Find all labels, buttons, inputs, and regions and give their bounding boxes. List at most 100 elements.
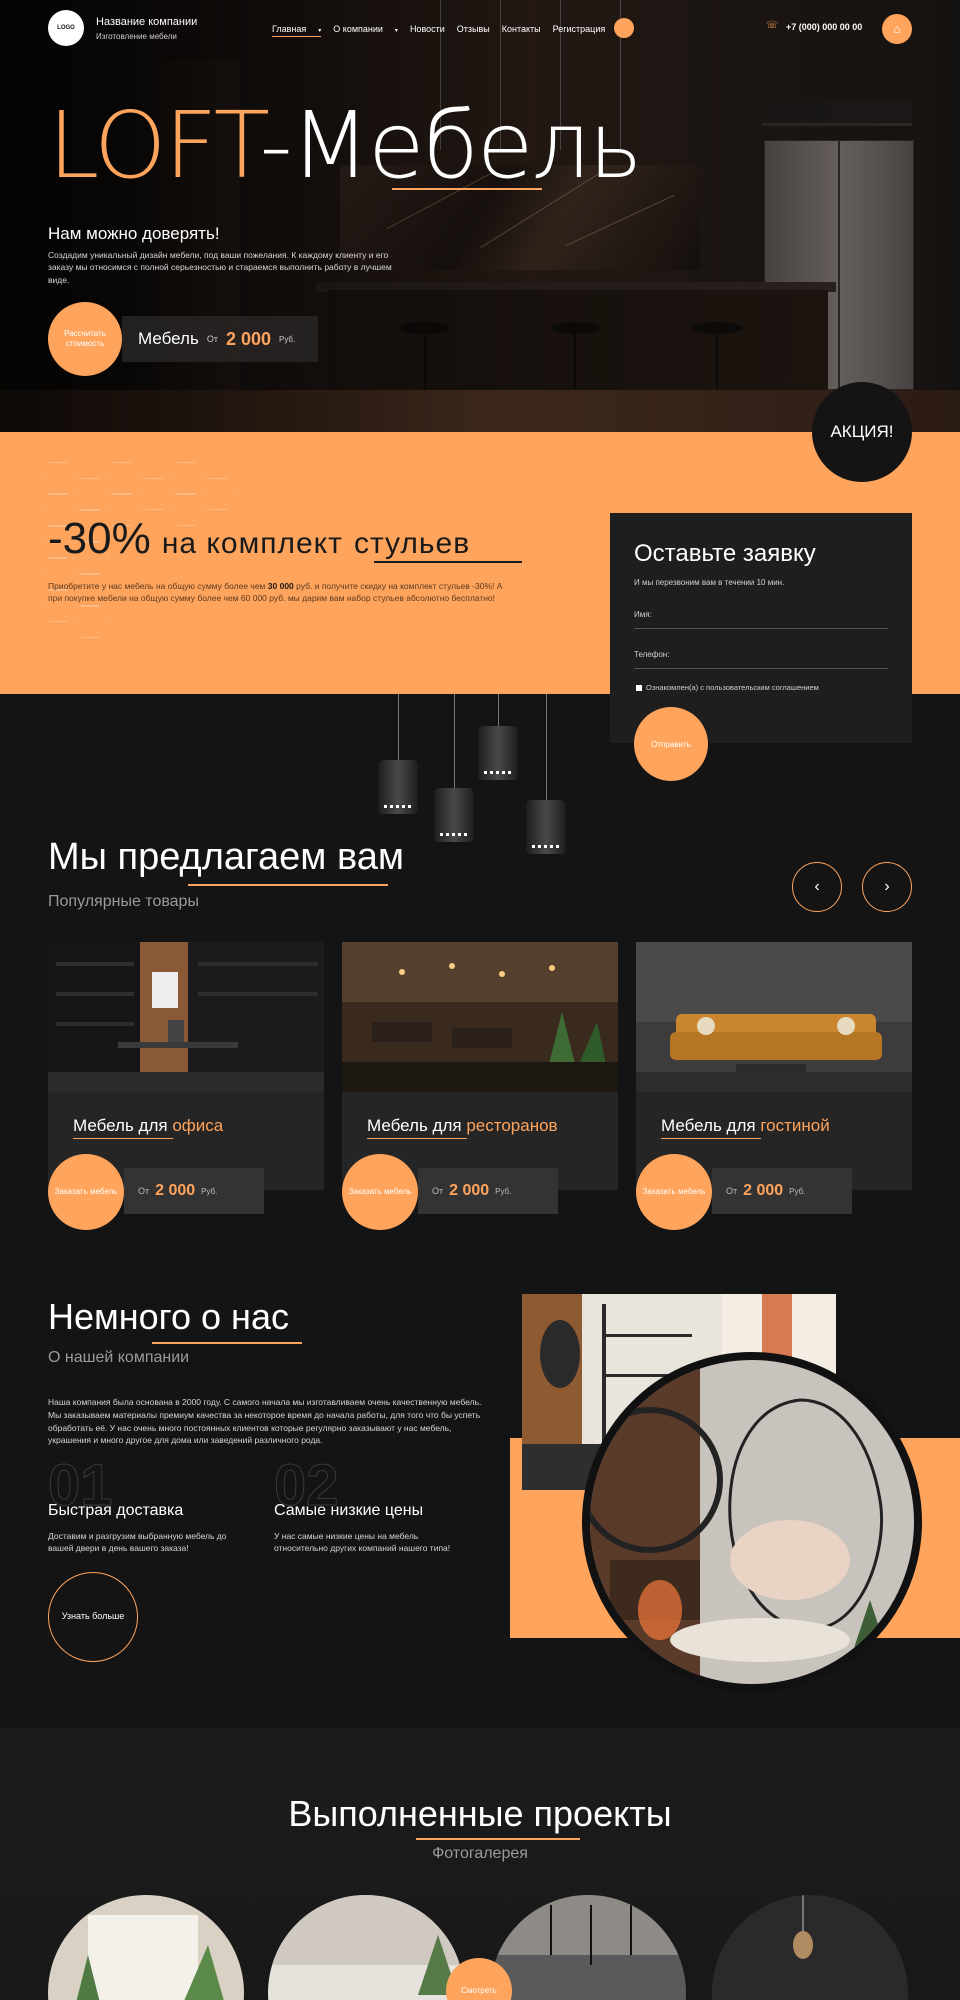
promo-title: -30% на комплект стульев [48,514,470,564]
nav-accent-button[interactable] [614,18,634,38]
nav-item-about[interactable]: О компании ▾ [333,24,398,37]
projects-underline [416,1838,580,1840]
feature-title: Самые низкие цены [274,1502,424,1519]
product-card-restaurant[interactable]: Мебель для ресторанов Заказать мебель От… [342,942,618,1230]
price-currency: Руб. [495,1186,512,1196]
consent-label: Ознакомлен(а) с пользовательским соглаше… [646,683,819,692]
about-underline [152,1342,302,1344]
company-name: Название компании [96,16,198,28]
feature-title: Быстрая доставка [48,1502,184,1519]
slider-prev-button[interactable]: ‹ [792,862,842,912]
phone-field[interactable] [634,668,888,669]
order-button[interactable]: Заказать мебель [342,1154,418,1230]
calculate-cost-button[interactable]: Рассчитать стоимость [48,302,122,376]
chevron-right-icon: › [884,878,890,895]
pendant-lamp [478,726,518,780]
nav-item-register[interactable]: Регистрация [553,24,606,37]
chevron-down-icon: ▾ [394,28,398,34]
price-currency: Руб. [789,1186,806,1196]
phone-number[interactable]: +7 (000) 000 00 00 [786,22,862,32]
hex-decoration [72,478,108,510]
feature-text: Доставим и разгрузим выбранную мебель до… [48,1531,227,1554]
hero-title-accent: LOFT [48,92,261,199]
hero-underline [392,188,542,190]
card-caption-accent: офиса [172,1116,224,1135]
card-caption-underline [367,1138,467,1139]
lamp-wire [498,694,499,726]
name-field-label: Имя: [634,610,652,619]
offer-subtitle: Популярные товары [48,893,199,910]
projects-subtitle: Фотогалерея [432,1845,528,1862]
cart-button[interactable]: ⌂ [882,14,912,44]
hex-decoration [200,478,236,510]
card-caption: Мебель для офиса [73,1116,223,1136]
company-subtitle: Изготовление мебели [96,32,177,41]
card-caption-prefix: Мебель для [661,1116,756,1135]
slider-next-button[interactable]: › [862,862,912,912]
hex-decoration [104,462,140,494]
card-caption: Мебель для ресторанов [367,1116,558,1136]
promo-badge: АКЦИЯ! [812,382,912,482]
hex-decoration [136,478,172,510]
chevron-left-icon: ‹ [814,878,820,895]
about-text: Наша компания была основана в 2000 году.… [48,1397,482,1446]
hex-decoration [40,462,76,494]
about-subtitle: О нашей компании [48,1349,190,1366]
nav-item-reviews[interactable]: Отзывы [457,24,490,37]
logo[interactable]: LOGO [48,10,84,46]
hero-title-rest: -Мебель [259,92,642,199]
learn-more-button[interactable]: Узнать больше [48,1572,138,1662]
nav-item-home[interactable]: Главная ▾ [272,24,322,37]
card-caption-underline [73,1138,173,1139]
feature-text: У нас самые низкие цены на мебель относи… [274,1531,451,1554]
promo-title-end: стульев [353,527,471,560]
hero-section [0,0,960,432]
order-button[interactable]: Заказать мебель [48,1154,124,1230]
price-from: От [138,1186,150,1196]
office-photo [48,942,324,1092]
hero-price-box: Мебель От 2 000 Руб. [122,316,318,362]
card-price: От 2 000 Руб. [418,1168,558,1214]
promo-text-bold: 30 000 [267,581,294,591]
price-from: От [432,1186,444,1196]
pendant-lamp [434,788,474,842]
price-currency: Руб. [279,334,296,344]
price-currency: Руб. [201,1186,218,1196]
hex-decoration [168,462,204,494]
nav-label: Главная [272,24,307,34]
card-price: От 2 000 Руб. [712,1168,852,1214]
nav-item-news[interactable]: Новости [410,24,445,37]
about-title: Немного о нас [48,1296,289,1337]
form-title: Оставьте заявку [634,540,816,567]
living-room-photo [636,942,912,1092]
name-field[interactable] [634,628,888,629]
promo-discount: -30% [48,514,151,563]
pendant-lamp [526,800,566,854]
hero-subtitle: Нам можно доверять! [48,224,220,243]
card-caption-underline [661,1138,761,1139]
price-from: От [726,1186,738,1196]
consent-checkbox[interactable] [636,685,642,691]
submit-button[interactable]: Отправить [634,707,708,781]
price-value: 2 000 [225,328,271,349]
form-subtitle: И мы перезвоним вам в течении 10 мин. [634,578,785,587]
hero-text: Создадим уникальный дизайн мебели, под в… [48,250,392,285]
lamp-wire [546,694,547,800]
product-card-office[interactable]: Мебель для офиса Заказать мебель От 2 00… [48,942,324,1230]
card-caption-accent: ресторанов [466,1116,558,1135]
hex-decoration [72,606,108,638]
price-value: 2 000 [449,1182,490,1199]
promo-title-mid: на комплект [161,527,343,560]
restaurant-photo [342,942,618,1092]
lamp-wire [454,694,455,788]
phone-field-label: Телефон: [634,650,670,659]
lamp-wire [398,694,399,760]
chevron-down-icon: ▾ [318,28,322,34]
nav-label: О компании [333,24,383,34]
product-card-living-room[interactable]: Мебель для гостиной Заказать мебель От 2… [636,942,912,1230]
about-photo-chair [582,1352,922,1692]
nav-item-contacts[interactable]: Контакты [502,24,541,37]
order-button[interactable]: Заказать мебель [636,1154,712,1230]
promo-text-part: Приобретите у нас мебель на общую сумму … [48,581,268,591]
price-from: От [206,334,218,344]
